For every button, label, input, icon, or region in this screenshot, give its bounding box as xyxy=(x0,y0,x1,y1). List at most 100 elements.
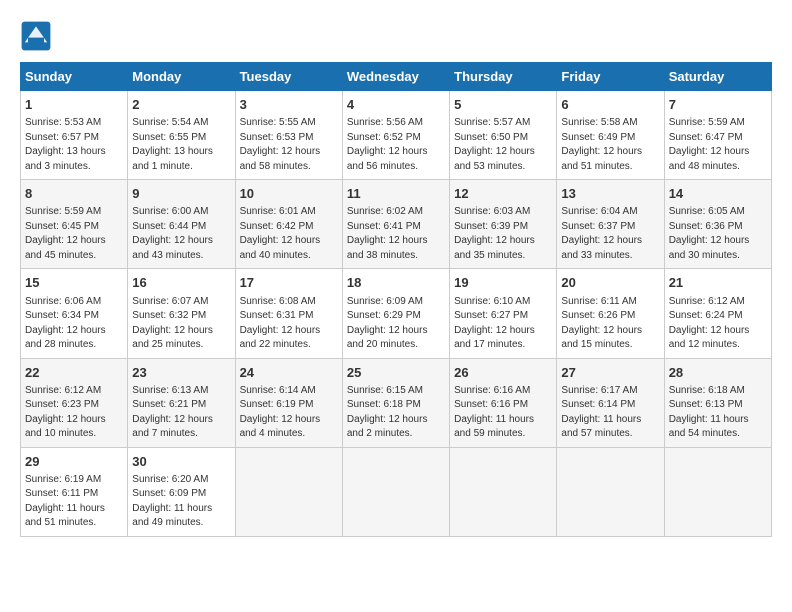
table-row xyxy=(342,447,449,536)
day-number: 16 xyxy=(132,274,230,292)
day-info: Sunrise: 5:55 AMSunset: 6:53 PMDaylight:… xyxy=(240,116,338,174)
day-number: 2 xyxy=(132,96,230,114)
table-row: 23 Sunrise: 6:13 AMSunset: 6:21 PMDayligh… xyxy=(128,358,235,447)
table-row: 1 Sunrise: 5:53 AMSunset: 6:57 PMDaylight… xyxy=(21,91,128,180)
logo-icon xyxy=(20,20,52,52)
day-number: 26 xyxy=(454,364,552,382)
day-info: Sunrise: 6:03 AMSunset: 6:39 PMDaylight:… xyxy=(454,205,552,263)
table-row: 20 Sunrise: 6:11 AMSunset: 6:26 PMDayligh… xyxy=(557,269,664,358)
day-info: Sunrise: 6:11 AMSunset: 6:26 PMDaylight:… xyxy=(561,295,659,353)
table-row: 29 Sunrise: 6:19 AMSunset: 6:11 PMDayligh… xyxy=(21,447,128,536)
day-info: Sunrise: 5:58 AMSunset: 6:49 PMDaylight:… xyxy=(561,116,659,174)
day-info: Sunrise: 5:56 AMSunset: 6:52 PMDaylight:… xyxy=(347,116,445,174)
table-row: 14Sunrise: 6:05 AMSunset: 6:36 PMDayligh… xyxy=(664,180,771,269)
col-header-sunday: Sunday xyxy=(21,63,128,91)
table-row: 27 Sunrise: 6:17 AMSunset: 6:14 PMDayligh… xyxy=(557,358,664,447)
day-number: 1 xyxy=(25,96,123,114)
day-number: 19 xyxy=(454,274,552,292)
day-number: 11 xyxy=(347,185,445,203)
day-info: Sunrise: 6:05 AMSunset: 6:36 PMDaylight:… xyxy=(669,205,767,263)
table-row xyxy=(450,447,557,536)
day-number: 6 xyxy=(561,96,659,114)
table-row xyxy=(235,447,342,536)
day-info: Sunrise: 6:17 AMSunset: 6:14 PMDaylight:… xyxy=(561,384,659,442)
table-row: 25 Sunrise: 6:15 AMSunset: 6:18 PMDayligh… xyxy=(342,358,449,447)
day-info: Sunrise: 6:02 AMSunset: 6:41 PMDaylight:… xyxy=(347,205,445,263)
table-row: 12 Sunrise: 6:03 AMSunset: 6:39 PMDayligh… xyxy=(450,180,557,269)
day-info: Sunrise: 6:09 AMSunset: 6:29 PMDaylight:… xyxy=(347,295,445,353)
col-header-friday: Friday xyxy=(557,63,664,91)
col-header-saturday: Saturday xyxy=(664,63,771,91)
day-number: 21 xyxy=(669,274,767,292)
day-info: Sunrise: 5:57 AMSunset: 6:50 PMDaylight:… xyxy=(454,116,552,174)
table-row: 16 Sunrise: 6:07 AMSunset: 6:32 PMDayligh… xyxy=(128,269,235,358)
day-info: Sunrise: 5:59 AMSunset: 6:47 PMDaylight:… xyxy=(669,116,767,174)
table-row: 4 Sunrise: 5:56 AMSunset: 6:52 PMDaylight… xyxy=(342,91,449,180)
day-info: Sunrise: 6:12 AMSunset: 6:23 PMDaylight:… xyxy=(25,384,123,442)
day-info: Sunrise: 6:19 AMSunset: 6:11 PMDaylight:… xyxy=(25,473,123,531)
calendar-table: SundayMondayTuesdayWednesdayThursdayFrid… xyxy=(20,62,772,537)
table-row: 7 Sunrise: 5:59 AMSunset: 6:47 PMDaylight… xyxy=(664,91,771,180)
table-row: 30 Sunrise: 6:20 AMSunset: 6:09 PMDayligh… xyxy=(128,447,235,536)
day-info: Sunrise: 6:14 AMSunset: 6:19 PMDaylight:… xyxy=(240,384,338,442)
day-number: 24 xyxy=(240,364,338,382)
table-row: 17 Sunrise: 6:08 AMSunset: 6:31 PMDayligh… xyxy=(235,269,342,358)
day-number: 27 xyxy=(561,364,659,382)
col-header-wednesday: Wednesday xyxy=(342,63,449,91)
day-number: 12 xyxy=(454,185,552,203)
day-number: 5 xyxy=(454,96,552,114)
day-number: 28 xyxy=(669,364,767,382)
day-number: 23 xyxy=(132,364,230,382)
table-row: 21 Sunrise: 6:12 AMSunset: 6:24 PMDayligh… xyxy=(664,269,771,358)
table-row: 15 Sunrise: 6:06 AMSunset: 6:34 PMDayligh… xyxy=(21,269,128,358)
table-row xyxy=(664,447,771,536)
day-number: 7 xyxy=(669,96,767,114)
day-number: 30 xyxy=(132,453,230,471)
day-number: 13 xyxy=(561,185,659,203)
table-row: 6 Sunrise: 5:58 AMSunset: 6:49 PMDaylight… xyxy=(557,91,664,180)
day-info: Sunrise: 6:10 AMSunset: 6:27 PMDaylight:… xyxy=(454,295,552,353)
table-row: 3 Sunrise: 5:55 AMSunset: 6:53 PMDaylight… xyxy=(235,91,342,180)
table-row: 18 Sunrise: 6:09 AMSunset: 6:29 PMDayligh… xyxy=(342,269,449,358)
day-number: 18 xyxy=(347,274,445,292)
day-info: Sunrise: 6:20 AMSunset: 6:09 PMDaylight:… xyxy=(132,473,230,531)
page-header xyxy=(20,20,772,52)
day-info: Sunrise: 5:54 AMSunset: 6:55 PMDaylight:… xyxy=(132,116,230,174)
day-info: Sunrise: 6:07 AMSunset: 6:32 PMDaylight:… xyxy=(132,295,230,353)
day-number: 10 xyxy=(240,185,338,203)
table-row: 13 Sunrise: 6:04 AMSunset: 6:37 PMDayligh… xyxy=(557,180,664,269)
col-header-monday: Monday xyxy=(128,63,235,91)
day-number: 17 xyxy=(240,274,338,292)
logo xyxy=(20,20,58,52)
day-number: 4 xyxy=(347,96,445,114)
table-row: 19 Sunrise: 6:10 AMSunset: 6:27 PMDayligh… xyxy=(450,269,557,358)
table-row: 22 Sunrise: 6:12 AMSunset: 6:23 PMDayligh… xyxy=(21,358,128,447)
day-number: 22 xyxy=(25,364,123,382)
day-info: Sunrise: 6:16 AMSunset: 6:16 PMDaylight:… xyxy=(454,384,552,442)
table-row: 28Sunrise: 6:18 AMSunset: 6:13 PMDayligh… xyxy=(664,358,771,447)
table-row: 11 Sunrise: 6:02 AMSunset: 6:41 PMDayligh… xyxy=(342,180,449,269)
day-info: Sunrise: 6:08 AMSunset: 6:31 PMDaylight:… xyxy=(240,295,338,353)
day-number: 3 xyxy=(240,96,338,114)
day-info: Sunrise: 6:12 AMSunset: 6:24 PMDaylight:… xyxy=(669,295,767,353)
day-number: 15 xyxy=(25,274,123,292)
day-number: 29 xyxy=(25,453,123,471)
day-info: Sunrise: 6:04 AMSunset: 6:37 PMDaylight:… xyxy=(561,205,659,263)
table-row: 10Sunrise: 6:01 AMSunset: 6:42 PMDayligh… xyxy=(235,180,342,269)
day-number: 9 xyxy=(132,185,230,203)
table-row xyxy=(557,447,664,536)
day-number: 8 xyxy=(25,185,123,203)
day-info: Sunrise: 6:13 AMSunset: 6:21 PMDaylight:… xyxy=(132,384,230,442)
table-row: 8 Sunrise: 5:59 AMSunset: 6:45 PMDaylight… xyxy=(21,180,128,269)
day-info: Sunrise: 6:06 AMSunset: 6:34 PMDaylight:… xyxy=(25,295,123,353)
day-info: Sunrise: 6:00 AMSunset: 6:44 PMDaylight:… xyxy=(132,205,230,263)
col-header-thursday: Thursday xyxy=(450,63,557,91)
day-info: Sunrise: 5:53 AMSunset: 6:57 PMDaylight:… xyxy=(25,116,123,174)
table-row: 9 Sunrise: 6:00 AMSunset: 6:44 PMDaylight… xyxy=(128,180,235,269)
day-number: 25 xyxy=(347,364,445,382)
day-number: 20 xyxy=(561,274,659,292)
day-info: Sunrise: 6:15 AMSunset: 6:18 PMDaylight:… xyxy=(347,384,445,442)
day-info: Sunrise: 5:59 AMSunset: 6:45 PMDaylight:… xyxy=(25,205,123,263)
table-row: 2 Sunrise: 5:54 AMSunset: 6:55 PMDaylight… xyxy=(128,91,235,180)
table-row: 24 Sunrise: 6:14 AMSunset: 6:19 PMDayligh… xyxy=(235,358,342,447)
